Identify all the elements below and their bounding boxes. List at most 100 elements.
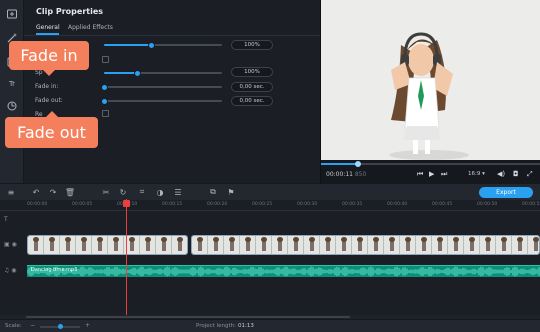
project-length-value: 01:13 (238, 323, 254, 329)
undo-icon[interactable]: ↶ (31, 187, 41, 197)
scale-slider-handle[interactable] (58, 324, 63, 329)
volume-value[interactable]: 100% (231, 40, 273, 50)
clip-thumbnail (44, 236, 60, 254)
volume-slider[interactable] (104, 41, 222, 49)
clip-thumbnail (60, 236, 76, 254)
video-clip[interactable] (27, 235, 188, 255)
clip-thumbnail (368, 236, 384, 254)
clip-thumbnail (528, 236, 539, 254)
clip-thumbnail (272, 236, 288, 254)
fade-out-value[interactable]: 0,00 sec. (231, 96, 273, 106)
playhead[interactable] (126, 199, 127, 315)
ruler-tick: 00:00:50 (477, 202, 498, 207)
tab-general[interactable]: General (36, 24, 60, 31)
cut-icon[interactable]: ✂ (101, 187, 111, 197)
snapshot-icon[interactable]: ◘ (513, 170, 519, 178)
ruler-tick: 00:00:15 (162, 202, 183, 207)
fade-in-callout: Fade in (9, 41, 89, 76)
slider-handle[interactable] (147, 41, 155, 49)
fade-in-label: Fade in: (35, 83, 59, 90)
clip-properties-panel: Clip Properties General Applied Effects … (24, 0, 320, 183)
clip-thumbnail (416, 236, 432, 254)
settings-icon[interactable]: ☰ (173, 187, 183, 197)
aspect-ratio-select[interactable]: 16:9 ▾ (468, 171, 485, 177)
tab-applied-effects[interactable]: Applied Effects (68, 24, 113, 31)
timeline-tracks: T ▣ ◉ ♫ ◉ Dancing time.mp3 (0, 211, 540, 315)
slider-handle[interactable] (100, 97, 108, 105)
slider-handle[interactable] (133, 69, 141, 77)
fade-out-slider[interactable] (100, 97, 222, 105)
video-clip[interactable] (191, 235, 540, 255)
playhead-handle[interactable] (123, 200, 130, 207)
text-icon[interactable]: Tr (4, 76, 20, 92)
fade-in-slider[interactable] (100, 83, 222, 91)
clip-thumbnail (224, 236, 240, 254)
clip-thumbnail (108, 236, 124, 254)
clip-thumbnail (336, 236, 352, 254)
clip-thumbnail (156, 236, 172, 254)
panel-title: Clip Properties (36, 7, 104, 16)
clip-thumbnail (240, 236, 256, 254)
clip-thumbnail (28, 236, 44, 254)
crop-icon[interactable]: ⌗ (137, 187, 147, 197)
add-track-icon[interactable]: ≡ (6, 187, 16, 197)
import-icon[interactable] (4, 6, 20, 22)
left-sidebar: Tr (0, 0, 24, 183)
clip-thumbnail (172, 236, 187, 254)
play-icon[interactable]: ▶ (429, 170, 434, 178)
preview-scrubber[interactable] (321, 161, 540, 167)
timecode-frames: 850 (354, 171, 367, 178)
ruler-tick: 00:00:30 (297, 202, 318, 207)
zoom-in-icon[interactable]: + (85, 322, 90, 329)
clip-thumbnail (384, 236, 400, 254)
ruler-tick: 00:00:05 (72, 202, 93, 207)
clock-icon[interactable] (4, 98, 20, 114)
fade-out-callout: Fade out (5, 111, 98, 148)
next-icon[interactable]: ⏭ (441, 170, 447, 179)
speed-value[interactable]: 100% (231, 67, 273, 77)
project-length-label: Project length: (196, 323, 236, 329)
audio-clip-title: Dancing time.mp3 (31, 267, 78, 273)
fade-in-value[interactable]: 0,00 sec. (231, 82, 273, 92)
clip-thumbnail (256, 236, 272, 254)
scale-label: Scale: (5, 323, 22, 329)
clip-thumbnail (192, 236, 208, 254)
volume-icon[interactable]: ◀) (497, 170, 505, 178)
timeline-ruler[interactable]: 00:00:0000:00:0500:00:1000:00:1500:00:20… (0, 200, 540, 211)
fade-out-label: Fade out: (35, 97, 63, 104)
option-checkbox[interactable] (102, 56, 109, 63)
ruler-tick: 00:00:40 (387, 202, 408, 207)
clip-thumbnail (208, 236, 224, 254)
timecode: 00:00:11 850 (326, 171, 366, 178)
clip-thumbnail (352, 236, 368, 254)
ruler-tick: 00:00:35 (342, 202, 363, 207)
clip-thumbnail (448, 236, 464, 254)
reverse-checkbox[interactable] (102, 110, 109, 117)
status-bar: Scale: − + Project length: 01:13 (0, 319, 540, 332)
delete-icon[interactable]: 🗑 (65, 187, 75, 197)
rotate-icon[interactable]: ↻ (118, 187, 128, 197)
color-icon[interactable]: ◑ (155, 187, 165, 197)
clip-thumbnail (288, 236, 304, 254)
speed-slider[interactable] (104, 69, 222, 77)
marker-icon[interactable]: ⚑ (226, 187, 236, 197)
prev-icon[interactable]: ⏮ (417, 170, 423, 179)
ruler-tick: 00:00:00 (27, 202, 48, 207)
scrubber-handle[interactable] (355, 161, 362, 167)
preview-panel: 00:00:11 850 ⏮ ▶ ⏭ 16:9 ▾ ◀) ◘ ⤢ (320, 0, 540, 183)
ruler-tick: 00:00:55 (522, 202, 540, 207)
horizontal-scrollbar[interactable] (26, 316, 350, 318)
clip-thumbnail (320, 236, 336, 254)
audio-clip[interactable]: Dancing time.mp3 (27, 265, 540, 277)
redo-icon[interactable]: ↷ (48, 187, 58, 197)
clip-thumbnail (464, 236, 480, 254)
clip-thumbnail (400, 236, 416, 254)
overlay-icon[interactable]: ⧉ (208, 187, 218, 197)
timeline-toolbar: ≡ ↶ ↷ 🗑 ✂ ↻ ⌗ ◑ ☰ ⧉ ⚑ Export (0, 183, 540, 200)
ruler-tick: 00:00:45 (432, 202, 453, 207)
zoom-out-icon[interactable]: − (30, 322, 35, 329)
text-track-icon: T (4, 216, 8, 223)
export-button[interactable]: Export (479, 187, 533, 198)
slider-handle[interactable] (100, 83, 108, 91)
fullscreen-icon[interactable]: ⤢ (527, 170, 533, 179)
